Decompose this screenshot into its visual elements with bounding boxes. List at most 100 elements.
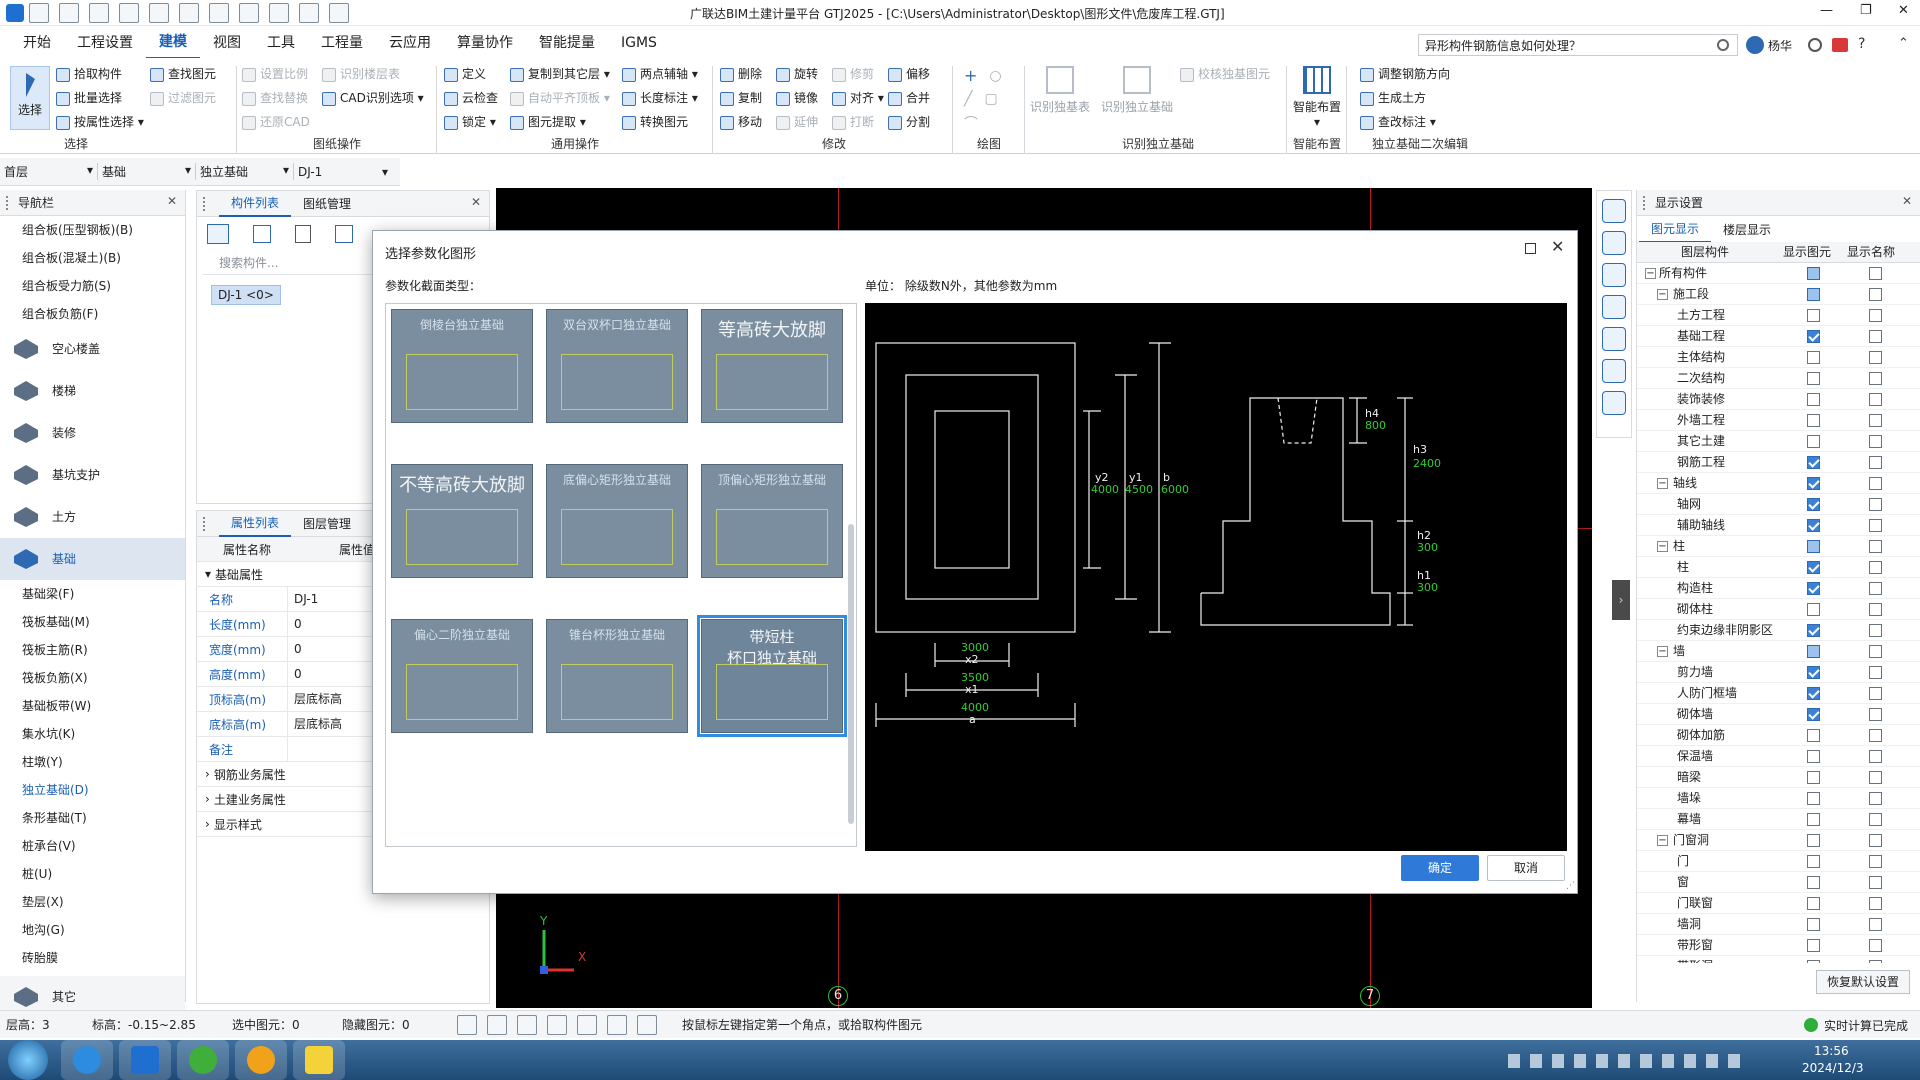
break-button[interactable]: 打断 xyxy=(832,110,888,134)
show-name-checkbox[interactable] xyxy=(1869,687,1882,700)
view-notes-icon[interactable] xyxy=(1602,391,1626,415)
check-foundation-button[interactable]: 校核独基图元 xyxy=(1180,62,1270,86)
ortho-icon[interactable] xyxy=(457,1014,477,1035)
restore-cad-button[interactable]: 还原CAD xyxy=(242,110,432,134)
nav-subitem[interactable]: 垫层(X) xyxy=(0,888,185,916)
expand-toggle[interactable]: − xyxy=(1657,541,1668,552)
nav-item[interactable]: 组合板(混凝土)(B) xyxy=(0,244,185,272)
arc-draw-icon[interactable]: ⌒ xyxy=(964,113,978,133)
menu-igms[interactable]: IGMS xyxy=(608,28,670,58)
circle-draw-icon[interactable]: ○ xyxy=(989,68,1001,84)
nav-subitem[interactable]: 砖胎膜 xyxy=(0,944,185,972)
show-name-checkbox[interactable] xyxy=(1869,540,1882,553)
show-element-checkbox[interactable] xyxy=(1807,603,1820,616)
show-name-checkbox[interactable] xyxy=(1869,456,1882,469)
merge-button[interactable]: 合并 xyxy=(888,86,930,110)
show-element-checkbox[interactable] xyxy=(1807,624,1820,637)
nav-subitem[interactable]: 基础梁(F) xyxy=(0,580,185,608)
offset-button[interactable]: 偏移 xyxy=(888,62,930,86)
select-button[interactable]: 选择 xyxy=(10,66,50,130)
menu-project-settings[interactable]: 工程设置 xyxy=(64,28,146,58)
thumbnail-9[interactable]: 带短柱 杯口独立基础 xyxy=(697,615,847,737)
cancel-button[interactable]: 取消 xyxy=(1487,855,1565,881)
thumbnail-7[interactable]: 偏心二阶独立基础 xyxy=(391,619,533,733)
nav-subitem[interactable]: 基础板带(W) xyxy=(0,692,185,720)
menu-smart-extract[interactable]: 智能提量 xyxy=(526,28,608,58)
show-element-checkbox[interactable] xyxy=(1807,876,1820,889)
show-element-checkbox[interactable] xyxy=(1807,456,1820,469)
type-select[interactable]: 独立基础 ▾ xyxy=(196,163,294,180)
show-element-checkbox[interactable] xyxy=(1807,561,1820,574)
extract-element-button[interactable]: 图元提取 ▾ xyxy=(510,110,622,134)
menu-modeling[interactable]: 建模 xyxy=(146,27,200,60)
set-scale-button[interactable]: 设置比例 xyxy=(242,62,322,86)
show-element-checkbox[interactable] xyxy=(1807,687,1820,700)
show-element-checkbox[interactable] xyxy=(1807,414,1820,427)
sync-icon[interactable] xyxy=(329,2,349,23)
thumbnail-4[interactable]: 不等高砖大放脚 xyxy=(391,464,533,578)
thumbnail-scrollbar[interactable] xyxy=(848,524,854,824)
expand-toggle[interactable]: − xyxy=(1657,289,1668,300)
nav-item[interactable]: 组合板负筋(F) xyxy=(0,300,185,328)
show-element-checkbox[interactable] xyxy=(1807,288,1820,301)
show-name-checkbox[interactable] xyxy=(1869,792,1882,805)
trim-button[interactable]: 修剪 xyxy=(832,62,888,86)
headset-icon[interactable] xyxy=(1808,38,1822,52)
layer-copy-icon[interactable] xyxy=(335,225,353,243)
thumbnail-8[interactable]: 锥台杯形独立基础 xyxy=(546,619,688,733)
view-fit-icon[interactable] xyxy=(1602,327,1626,351)
pick-component-button[interactable]: 拾取构件 xyxy=(56,62,144,86)
view-2d-icon[interactable] xyxy=(1602,199,1626,223)
edit-annotation-button[interactable]: 查改标注 ▾ xyxy=(1360,110,1480,134)
menu-quantities[interactable]: 工程量 xyxy=(308,28,376,58)
mirror-button[interactable]: 镜像 xyxy=(776,86,832,110)
adjust-rebar-button[interactable]: 调整钢筋方向 xyxy=(1360,62,1480,86)
chart-icon[interactable] xyxy=(299,2,319,23)
show-name-checkbox[interactable] xyxy=(1869,477,1882,490)
undo-icon[interactable] xyxy=(119,2,139,23)
show-element-checkbox[interactable] xyxy=(1807,330,1820,343)
show-name-checkbox[interactable] xyxy=(1869,624,1882,637)
show-element-checkbox[interactable] xyxy=(1807,519,1820,532)
expand-toggle[interactable]: − xyxy=(1657,646,1668,657)
nav-item[interactable]: 组合板受力筋(S) xyxy=(0,272,185,300)
layer-icon[interactable] xyxy=(607,1014,627,1035)
nav-subitem[interactable]: 柱墩(Y) xyxy=(0,748,185,776)
split-button[interactable]: 分割 xyxy=(888,110,930,134)
taskbar-help[interactable] xyxy=(293,1040,345,1080)
taskbar-browser[interactable] xyxy=(61,1040,113,1080)
help-icon[interactable]: ? xyxy=(1858,36,1865,52)
tab-layer-management[interactable]: 图层管理 xyxy=(291,511,363,536)
cross-icon[interactable] xyxy=(517,1014,537,1035)
nav-subitem[interactable]: 独立基础(D) xyxy=(0,776,185,804)
show-name-checkbox[interactable] xyxy=(1869,561,1882,574)
show-name-checkbox[interactable] xyxy=(1869,267,1882,280)
expand-toggle[interactable]: − xyxy=(1657,478,1668,489)
show-element-checkbox[interactable] xyxy=(1807,498,1820,511)
cloud-check-button[interactable]: 云检查 xyxy=(444,86,510,110)
view-cube-icon[interactable] xyxy=(1602,263,1626,287)
show-name-checkbox[interactable] xyxy=(1869,372,1882,385)
show-name-checkbox[interactable] xyxy=(1869,603,1882,616)
nav-category[interactable]: 土方 xyxy=(0,496,185,538)
copy-component-icon[interactable] xyxy=(253,225,271,243)
search-icon[interactable] xyxy=(1717,39,1729,51)
new-icon[interactable] xyxy=(29,2,49,23)
tab-drawing-management[interactable]: 图纸管理 xyxy=(291,191,363,216)
batch-select-button[interactable]: 批量选择 xyxy=(56,86,144,110)
length-dim-button[interactable]: 长度标注 ▾ xyxy=(622,86,698,110)
pick-icon[interactable] xyxy=(637,1014,657,1035)
define-button[interactable]: 定义 xyxy=(444,62,510,86)
taskbar-cloud[interactable] xyxy=(235,1040,287,1080)
nav-subitem[interactable]: 集水坑(K) xyxy=(0,720,185,748)
table-icon[interactable] xyxy=(239,2,259,23)
rect-draw-icon[interactable]: ▢ xyxy=(984,91,997,107)
show-element-checkbox[interactable] xyxy=(1807,729,1820,742)
cad-options-button[interactable]: CAD识别选项 ▾ xyxy=(322,86,424,110)
line-draw-icon[interactable]: ╱ xyxy=(964,91,972,107)
grid-icon[interactable] xyxy=(209,2,229,23)
ok-button[interactable]: 确定 xyxy=(1401,855,1479,881)
tab-floor-display[interactable]: 楼层显示 xyxy=(1711,217,1783,242)
tab-property-list[interactable]: 属性列表 xyxy=(219,510,292,537)
view-settings-icon[interactable] xyxy=(1602,359,1626,383)
